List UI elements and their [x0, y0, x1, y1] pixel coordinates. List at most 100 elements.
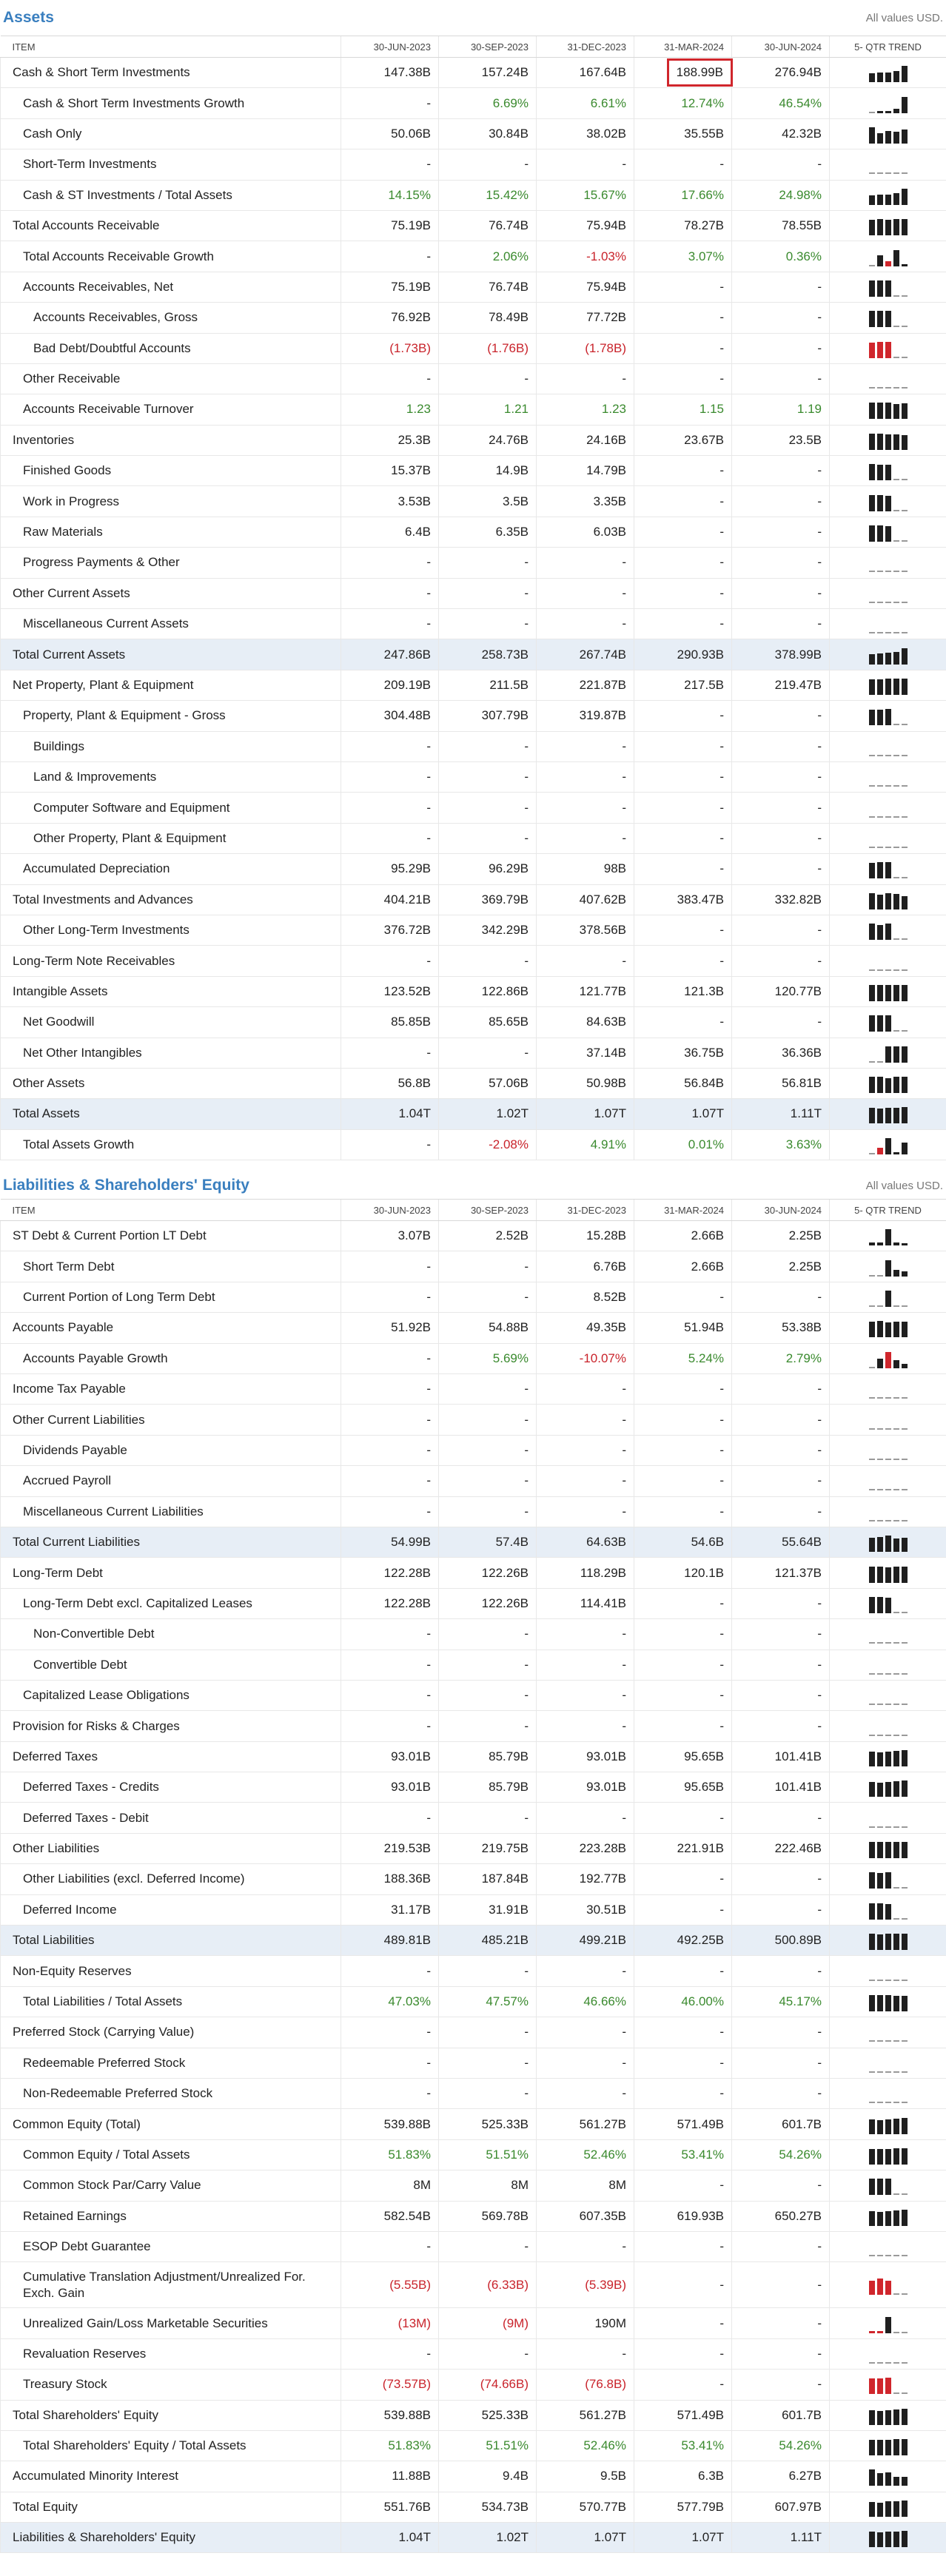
- table-row[interactable]: Inventories 25.3B 24.76B 24.16B 23.67B 23.5B: [0, 425, 946, 457]
- table-row[interactable]: Other Liabilities (excl. Deferred Income…: [0, 1863, 946, 1895]
- table-row[interactable]: Non-Equity Reserves - - - - -: [0, 1955, 946, 1987]
- table-row[interactable]: Cash & Short Term Investments Growth -6.6…: [0, 87, 946, 119]
- table-row[interactable]: Convertible Debt - - - - -: [0, 1649, 946, 1681]
- table-row[interactable]: Other Long-Term Investments 376.72B 342.29…: [0, 915, 946, 946]
- table-row[interactable]: Long-Term Note Receivables - - - - -: [0, 945, 946, 977]
- table-row[interactable]: Finished Goods 15.37B 14.9B 14.79B - -: [0, 455, 946, 487]
- table-row[interactable]: Long-Term Debt 122.28B 122.26B 118.29B 120.1…: [0, 1557, 946, 1589]
- table-row[interactable]: ESOP Debt Guarantee - - - - -: [0, 2231, 946, 2263]
- table-row[interactable]: Preferred Stock (Carrying Value) - - - - -: [0, 2017, 946, 2048]
- table-row[interactable]: Deferred Taxes 93.01B 85.79B 93.01B 95.65B 10…: [0, 1741, 946, 1773]
- column-header-period[interactable]: 30-SEP-2023: [438, 1199, 537, 1222]
- table-row[interactable]: ST Debt & Current Portion LT Debt 3.07B 2.…: [0, 1220, 946, 1252]
- table-row[interactable]: Income Tax Payable - - - - -: [0, 1373, 946, 1405]
- table-row[interactable]: Current Portion of Long Term Debt - -8.52B…: [0, 1282, 946, 1314]
- table-row[interactable]: Accounts Receivables, Gross 76.92B 78.49B 7…: [0, 302, 946, 334]
- table-row[interactable]: Total Shareholders' Equity / Total Asset…: [0, 2430, 946, 2462]
- table-row[interactable]: Redeemable Preferred Stock - - - - -: [0, 2048, 946, 2079]
- table-row[interactable]: Miscellaneous Current Assets - - - - -: [0, 608, 946, 640]
- table-row[interactable]: Short-Term Investments - - - - -: [0, 149, 946, 181]
- table-row[interactable]: Accounts Payable 51.92B 54.88B 49.35B 51.94B…: [0, 1312, 946, 1344]
- table-row[interactable]: Land & Improvements - - - - -: [0, 761, 946, 793]
- table-row[interactable]: Other Assets 56.8B 57.06B 50.98B 56.84B 56.81…: [0, 1068, 946, 1100]
- table-row[interactable]: Common Equity (Total) 539.88B 525.33B 561.2…: [0, 2108, 946, 2140]
- table-row[interactable]: Computer Software and Equipment - - - - -: [0, 792, 946, 824]
- column-header-period[interactable]: 30-JUN-2023: [341, 36, 439, 58]
- column-header-period[interactable]: 31-MAR-2024: [634, 36, 732, 58]
- table-row[interactable]: Accrued Payroll - - - - -: [0, 1465, 946, 1497]
- trend-bar: [885, 984, 891, 1001]
- table-row[interactable]: Long-Term Debt excl. Capitalized Leases 1…: [0, 1588, 946, 1620]
- column-header-period[interactable]: 30-JUN-2024: [731, 1199, 830, 1222]
- table-row[interactable]: Buildings - - - - -: [0, 731, 946, 762]
- table-row[interactable]: Cash Only 50.06B 30.84B 38.02B 35.55B 42.32B: [0, 118, 946, 150]
- table-row[interactable]: Total Equity 551.76B 534.73B 570.77B 577.79B…: [0, 2492, 946, 2523]
- table-row[interactable]: Provision for Risks & Charges - - - - -: [0, 1710, 946, 1742]
- table-row[interactable]: Total Liabilities 489.81B 485.21B 499.21B 49…: [0, 1925, 946, 1957]
- trend-bar: [885, 1734, 891, 1736]
- table-row[interactable]: Retained Earnings 582.54B 569.78B 607.35B 61…: [0, 2201, 946, 2232]
- table-row[interactable]: Raw Materials 6.4B 6.35B 6.03B - -: [0, 517, 946, 548]
- table-row[interactable]: Unrealized Gain/Loss Marketable Securiti…: [0, 2307, 946, 2339]
- table-row[interactable]: Deferred Income 31.17B 31.91B 30.51B - -: [0, 1894, 946, 1926]
- table-row[interactable]: Accumulated Depreciation 95.29B 96.29B 98B -…: [0, 853, 946, 885]
- table-row[interactable]: Total Current Liabilities 54.99B 57.4B 64.6…: [0, 1527, 946, 1558]
- table-row[interactable]: Deferred Taxes - Credits 93.01B 85.79B 93.0…: [0, 1772, 946, 1803]
- table-row[interactable]: Total Current Assets 247.86B 258.73B 267.74…: [0, 639, 946, 670]
- table-row[interactable]: Accounts Payable Growth -5.69% -10.07% 5.24…: [0, 1343, 946, 1375]
- table-row[interactable]: Cumulative Translation Adjustment/Unreal…: [0, 2261, 946, 2309]
- table-row[interactable]: Total Shareholders' Equity 539.88B 525.33B…: [0, 2400, 946, 2431]
- column-header-period[interactable]: 31-MAR-2024: [634, 1199, 732, 1222]
- table-row[interactable]: Cash & ST Investments / Total Assets 14.1…: [0, 180, 946, 211]
- table-row[interactable]: Bad Debt/Doubtful Accounts (1.73B) (1.76B)…: [0, 333, 946, 364]
- table-row[interactable]: Accounts Receivables, Net 75.19B 76.74B 75.…: [0, 272, 946, 303]
- table-row[interactable]: Total Liabilities / Total Assets 47.03% 47…: [0, 1986, 946, 2018]
- table-row[interactable]: Short Term Debt - -6.76B 2.66B 2.25B: [0, 1251, 946, 1282]
- table-row[interactable]: Other Property, Plant & Equipment - - - - -: [0, 823, 946, 855]
- table-row[interactable]: Non-Redeemable Preferred Stock - - - - -: [0, 2078, 946, 2110]
- table-row[interactable]: Total Accounts Receivable 75.19B 76.74B 75.…: [0, 210, 946, 242]
- table-row[interactable]: Work in Progress 3.53B 3.5B 3.35B - -: [0, 485, 946, 517]
- table-row[interactable]: Net Property, Plant & Equipment 209.19B 21…: [0, 670, 946, 702]
- trend-bar: [876, 1596, 883, 1613]
- column-header-period[interactable]: 30-JUN-2023: [341, 1199, 439, 1222]
- table-row[interactable]: Other Current Liabilities - - - - -: [0, 1404, 946, 1436]
- table-row[interactable]: Revaluation Reserves - - - - -: [0, 2338, 946, 2370]
- table-row[interactable]: Net Goodwill 85.85B 85.65B 84.63B - -: [0, 1006, 946, 1038]
- value-cell: -: [634, 823, 732, 855]
- table-row[interactable]: Miscellaneous Current Liabilities - - - - -: [0, 1496, 946, 1527]
- table-row[interactable]: Other Liabilities 219.53B 219.75B 223.28B 22…: [0, 1833, 946, 1865]
- table-row[interactable]: Deferred Taxes - Debit - - - - -: [0, 1802, 946, 1834]
- table-row[interactable]: Capitalized Lease Obligations - - - - -: [0, 1680, 946, 1712]
- table-row[interactable]: Other Receivable - - - - -: [0, 363, 946, 395]
- table-row[interactable]: Total Assets 1.04T 1.02T 1.07T 1.07T 1.11T: [0, 1098, 946, 1130]
- table-row[interactable]: Progress Payments & Other - - - - -: [0, 547, 946, 579]
- table-row[interactable]: Total Accounts Receivable Growth -2.06% -1…: [0, 241, 946, 272]
- trend-bar: [868, 2469, 875, 2486]
- column-header-period[interactable]: 31-DEC-2023: [536, 1199, 634, 1222]
- column-header-period[interactable]: 30-JUN-2024: [731, 36, 830, 58]
- table-row[interactable]: Property, Plant & Equipment - Gross 304.4…: [0, 700, 946, 732]
- trend-bar: [901, 2209, 908, 2226]
- table-row[interactable]: Common Equity / Total Assets 51.83% 51.51%…: [0, 2139, 946, 2171]
- table-row[interactable]: Intangible Assets 123.52B 122.86B 121.77B 12…: [0, 976, 946, 1008]
- trend-sparkline: [829, 792, 946, 824]
- trend-bar: [893, 1427, 899, 1430]
- column-header-period[interactable]: 30-SEP-2023: [438, 36, 537, 58]
- table-row[interactable]: Net Other Intangibles - -37.14B 36.75B 36.36…: [0, 1038, 946, 1069]
- row-label: Preferred Stock (Carrying Value): [0, 2017, 341, 2048]
- table-row[interactable]: Common Stock Par/Carry Value 8M 8M 8M - -: [0, 2170, 946, 2202]
- table-row[interactable]: Accounts Receivable Turnover 1.23 1.21 1.23…: [0, 394, 946, 426]
- table-row[interactable]: Accumulated Minority Interest 11.88B 9.4B 9…: [0, 2461, 946, 2492]
- table-row[interactable]: Total Assets Growth - -2.08% 4.91% 0.01% 3.63…: [0, 1129, 946, 1161]
- table-row[interactable]: Non-Convertible Debt - - - - -: [0, 1618, 946, 1650]
- trend-bar: [876, 1995, 883, 2012]
- table-row[interactable]: Total Investments and Advances 404.21B 369…: [0, 884, 946, 915]
- table-row[interactable]: Other Current Assets - - - - -: [0, 578, 946, 610]
- table-row[interactable]: Dividends Payable - - - - -: [0, 1435, 946, 1467]
- table-row[interactable]: Treasury Stock (73.57B) (74.66B) (76.8B) - -: [0, 2369, 946, 2401]
- column-header-period[interactable]: 31-DEC-2023: [536, 36, 634, 58]
- value-cell: -: [634, 1618, 732, 1650]
- table-row[interactable]: Liabilities & Shareholders' Equity 1.04T 1…: [0, 2522, 946, 2554]
- table-row[interactable]: Cash & Short Term Investments 147.38B 157.…: [0, 57, 946, 89]
